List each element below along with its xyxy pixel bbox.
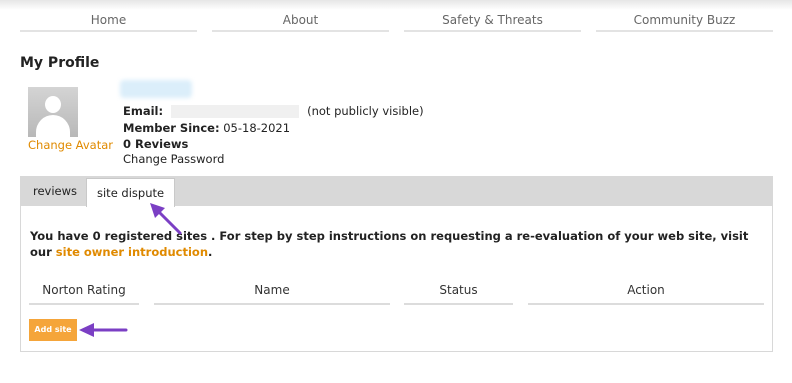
change-avatar-link[interactable]: Change Avatar [28,138,113,152]
nav-about[interactable]: About [212,11,389,32]
site-owner-introduction-link[interactable]: site owner introduction [56,245,208,259]
tab-reviews[interactable]: reviews [23,177,87,206]
profile-tabs-panel: reviews site dispute You have 0 register… [20,176,773,352]
tab-bar: reviews site dispute [21,177,772,207]
member-since-label: Member Since: [123,121,220,135]
reviews-count: 0 Reviews [123,137,188,151]
annotation-arrow-add-site [79,323,128,337]
member-since-value: 05-18-2021 [223,121,291,135]
nav-safety-threats[interactable]: Safety & Threats [404,11,581,32]
column-action: Action [528,283,764,305]
avatar [28,87,78,137]
member-since-row: Member Since: 05-18-2021 [123,121,290,135]
username-redacted [120,80,192,98]
nav-home[interactable]: Home [20,11,197,32]
annotation-arrow-tab [150,203,182,235]
email-row: Email: (not publicly visible) [123,104,424,118]
email-label: Email: [123,104,164,118]
column-status: Status [404,283,513,305]
add-site-button[interactable]: Add site [29,319,77,341]
reviews-count-text: 0 Reviews [123,137,189,151]
column-norton-rating: Norton Rating [29,283,139,305]
column-name: Name [154,283,390,305]
change-password-link[interactable]: Change Password [123,152,224,166]
avatar-head-shape [45,96,61,113]
email-visibility-note: (not publicly visible) [307,104,424,118]
top-navigation: Home About Safety & Threats Community Bu… [0,0,792,40]
nav-community-buzz[interactable]: Community Buzz [596,11,773,32]
page-title: My Profile [20,55,100,71]
dispute-message-end: . [208,245,213,259]
email-redacted [171,105,300,118]
avatar-body-shape [36,115,70,137]
